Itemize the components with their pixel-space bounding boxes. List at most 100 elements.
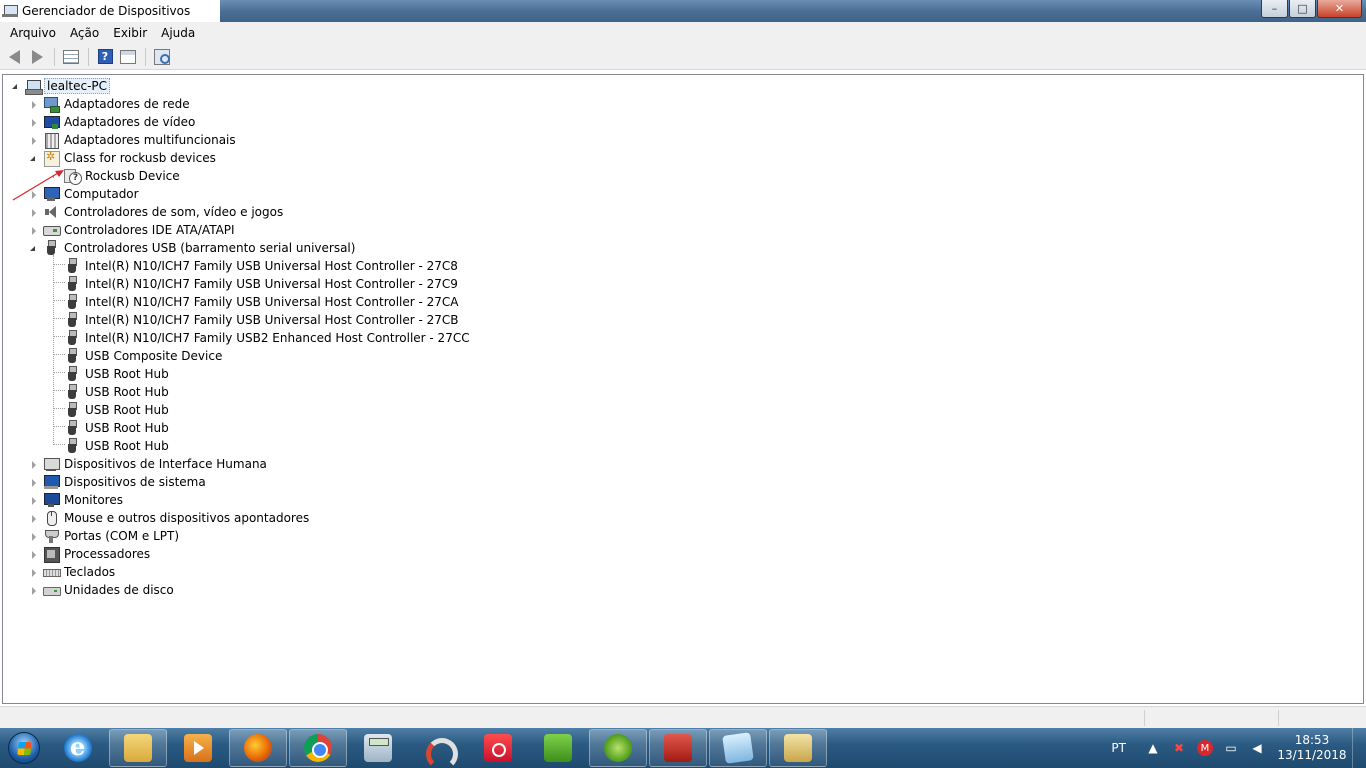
tree-category[interactable]: Adaptadores multifuncionais [29,131,238,149]
expand-toggle[interactable] [29,136,38,145]
taskbar-green-app[interactable] [529,729,587,767]
expand-toggle[interactable] [29,118,38,127]
taskbar-calculator[interactable] [349,729,407,767]
close-button[interactable]: ✕ [1317,0,1362,18]
tree-root[interactable]: lealtec-PC [11,77,111,95]
tree-category[interactable]: Class for rockusb devices [29,149,218,167]
tree-category[interactable]: Adaptadores de rede [29,95,192,113]
taskbar-download-manager[interactable] [589,729,647,767]
system-device-icon [43,474,60,490]
category-label: Controladores USB (barramento serial uni… [64,241,356,255]
expand-toggle[interactable] [29,100,38,109]
taskbar-arc-app[interactable] [409,729,467,768]
usb-icon [43,240,59,256]
tree-category[interactable]: Mouse e outros dispositivos apontadores [29,509,311,527]
tree-device[interactable]: USB Root Hub [64,401,171,419]
usb-icon [64,276,80,292]
device-tree[interactable]: lealtec-PC Adaptadores de rede Adaptador… [2,74,1364,704]
tree-category[interactable]: Processadores [29,545,152,563]
show-hide-tree-button[interactable] [60,46,82,68]
device-label: Intel(R) N10/ICH7 Family USB Universal H… [85,313,459,327]
tree-device[interactable]: Rockusb Device [64,167,182,185]
tree-device[interactable]: Intel(R) N10/ICH7 Family USB Universal H… [64,293,461,311]
expand-toggle[interactable] [29,532,38,541]
network-icon[interactable]: ▭ [1223,740,1239,756]
tree-category[interactable]: Unidades de disco [29,581,176,599]
tree-device[interactable]: USB Root Hub [64,437,171,455]
menu-exibir[interactable]: Exibir [106,24,154,42]
volume-icon[interactable]: ◀ [1249,740,1265,756]
expand-toggle[interactable] [29,568,38,577]
tree-device[interactable]: Intel(R) N10/ICH7 Family USB Universal H… [64,257,460,275]
keyboard-icon [43,564,61,580]
tree-device[interactable]: USB Root Hub [64,383,171,401]
expand-toggle[interactable] [29,460,38,469]
minimize-button[interactable]: – [1261,0,1288,18]
tree-category[interactable]: Dispositivos de Interface Humana [29,455,269,473]
tree-device[interactable]: Intel(R) N10/ICH7 Family USB Universal H… [64,275,460,293]
show-hidden-icons-icon[interactable]: ▲ [1145,740,1161,756]
taskbar-toolbox[interactable] [649,729,707,767]
taskbar-chrome[interactable] [289,729,347,767]
taskbar-firefox[interactable] [229,729,287,767]
menu-bar: Arquivo Ação Exibir Ajuda [0,22,1366,44]
menu-arquivo[interactable]: Arquivo [3,24,63,42]
expand-toggle[interactable] [29,586,38,595]
start-button[interactable] [0,728,48,768]
hid-icon [43,456,60,472]
expand-toggle[interactable] [29,190,38,199]
category-label: Class for rockusb devices [64,151,216,165]
expand-toggle[interactable] [29,514,38,523]
collapse-toggle[interactable] [29,154,38,163]
scan-hardware-button[interactable] [151,46,173,68]
tree-category[interactable]: Teclados [29,563,117,581]
collapse-toggle[interactable] [29,244,38,253]
taskbar-notepad[interactable] [709,729,767,767]
expand-toggle[interactable] [29,208,38,217]
language-indicator[interactable]: PT [1111,741,1126,755]
tree-device[interactable]: Intel(R) N10/ICH7 Family USB2 Enhanced H… [64,329,472,347]
menu-ajuda[interactable]: Ajuda [154,24,202,42]
tree-category[interactable]: Controladores USB (barramento serial uni… [29,239,357,257]
category-label: Portas (COM e LPT) [64,529,180,543]
device-label: USB Root Hub [85,385,169,399]
device-label: Rockusb Device [85,169,180,183]
tree-device[interactable]: USB Root Hub [64,365,171,383]
firefox-icon [244,734,272,762]
properties-button[interactable] [117,46,139,68]
tree-category[interactable]: Dispositivos de sistema [29,473,208,491]
taskbar-internet-explorer[interactable] [49,729,107,767]
taskbar-media-player[interactable] [169,729,227,767]
tree-category[interactable]: Portas (COM e LPT) [29,527,181,545]
menu-acao[interactable]: Ação [63,24,106,42]
device-label: Intel(R) N10/ICH7 Family USB2 Enhanced H… [85,331,470,345]
help-button[interactable]: ? [94,46,116,68]
back-button[interactable] [3,46,25,68]
tree-device[interactable]: Intel(R) N10/ICH7 Family USB Universal H… [64,311,461,329]
windows-logo-icon [8,732,40,764]
collapse-toggle[interactable] [11,82,20,91]
antivirus-icon[interactable]: M [1197,740,1213,756]
network-error-icon[interactable]: ✖ [1171,740,1187,756]
tree-category[interactable]: Controladores IDE ATA/ATAPI [29,221,237,239]
maximize-button[interactable]: □ [1289,0,1316,18]
tree-device[interactable]: USB Root Hub [64,419,171,437]
file-explorer-icon [124,734,152,762]
tree-device[interactable]: USB Composite Device [64,347,224,365]
expand-toggle[interactable] [29,226,38,235]
taskbar-file-explorer[interactable] [109,729,167,767]
expand-toggle[interactable] [29,478,38,487]
tree-category[interactable]: Controladores de som, vídeo e jogos [29,203,285,221]
clock[interactable]: 18:53 13/11/2018 [1276,733,1348,763]
tree-category[interactable]: Computador [29,185,141,203]
show-desktop-button[interactable] [1352,728,1366,768]
taskbar-tools[interactable] [769,729,827,767]
expand-toggle[interactable] [29,496,38,505]
tree-category[interactable]: Adaptadores de vídeo [29,113,197,131]
window-title: Gerenciador de Dispositivos [22,4,191,18]
usb-icon [64,294,80,310]
forward-button[interactable] [26,46,48,68]
taskbar-camera-app[interactable] [469,729,527,767]
expand-toggle[interactable] [29,550,38,559]
tree-category[interactable]: Monitores [29,491,125,509]
